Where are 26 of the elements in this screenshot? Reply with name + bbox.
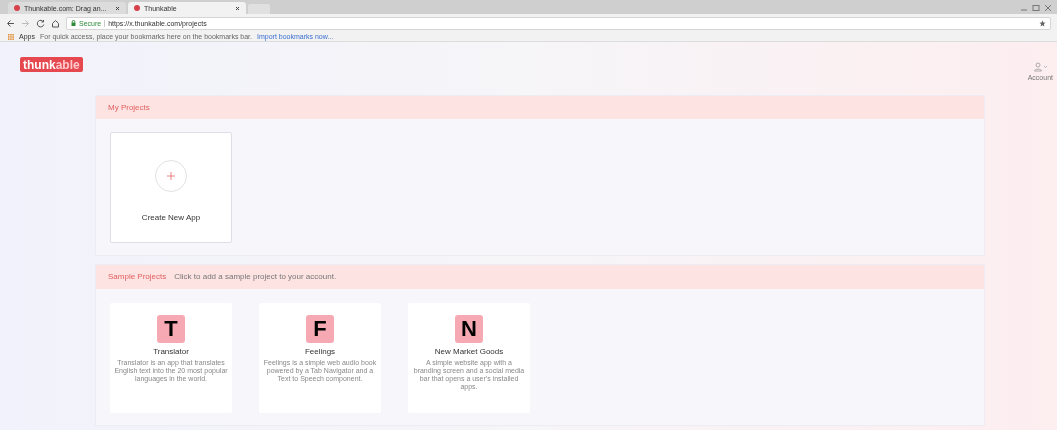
plus-icon[interactable]	[155, 160, 187, 192]
home-icon[interactable]	[51, 18, 60, 28]
maximize-icon[interactable]	[1031, 4, 1041, 12]
create-app-card[interactable]: Create New App	[110, 132, 232, 243]
close-icon[interactable]	[115, 5, 120, 11]
thunkable-logo[interactable]: thunkable	[20, 57, 83, 72]
apps-grid-icon[interactable]	[8, 33, 14, 40]
project-name: Feelings	[304, 347, 336, 357]
back-icon[interactable]	[6, 18, 15, 28]
project-name: New Market Goods	[434, 347, 504, 357]
section-title: My Projects	[108, 101, 150, 114]
favicon-icon	[14, 5, 20, 11]
project-letter-icon: F	[306, 315, 334, 343]
project-name: Translator	[153, 347, 189, 357]
star-icon[interactable]	[1039, 19, 1046, 27]
close-icon[interactable]	[235, 5, 240, 11]
lock-icon[interactable]	[71, 20, 76, 26]
reload-icon[interactable]	[36, 18, 45, 28]
create-app-label: Create New App	[141, 212, 201, 224]
project-letter-icon: N	[455, 315, 483, 343]
forward-icon[interactable]	[21, 18, 30, 28]
favicon-icon	[134, 5, 140, 11]
section-title: Sample Projects	[108, 271, 167, 283]
user-icon[interactable]	[1033, 62, 1048, 72]
project-letter-icon: T	[157, 315, 185, 343]
section-hint: Click to add a sample project to your account.	[174, 271, 337, 283]
